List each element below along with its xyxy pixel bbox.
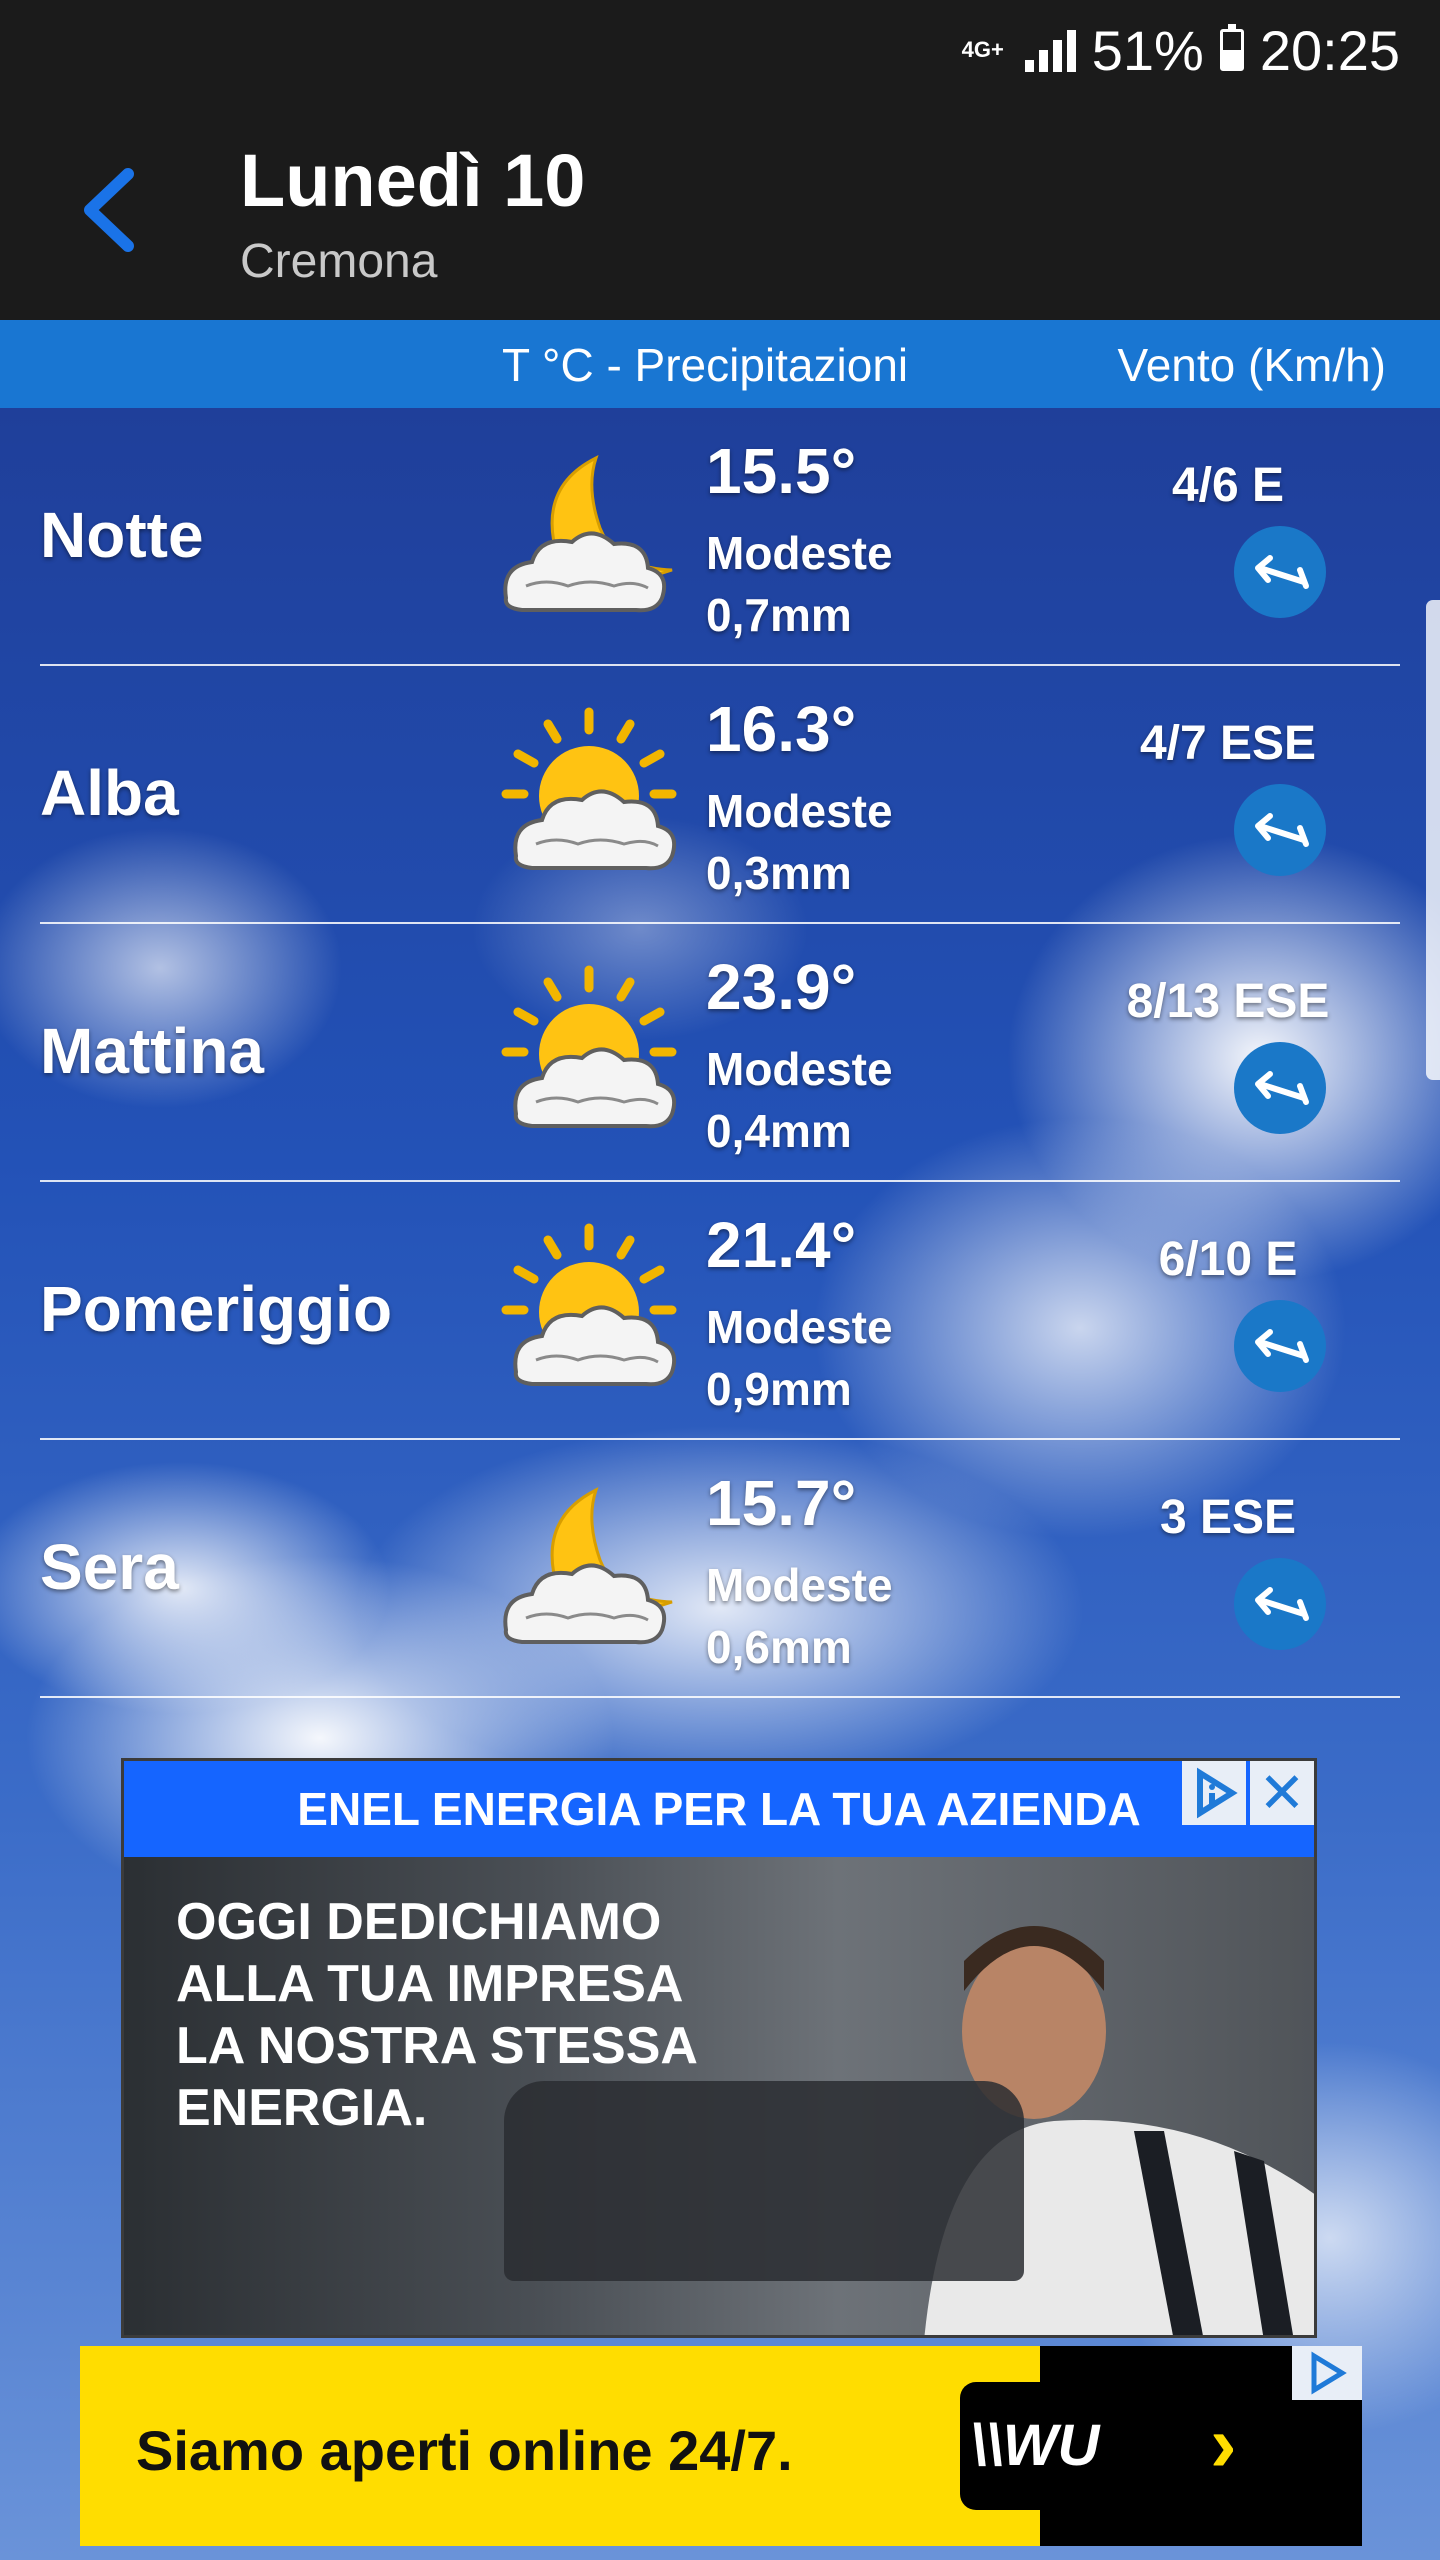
battery-icon [1219,24,1244,71]
clock: 20:25 [1259,18,1400,82]
period-label: Pomeriggio [40,1273,393,1345]
wind-direction-icon [1234,1300,1326,1392]
precipitation-label: Modeste [706,527,893,579]
status-icons: 4G+ 51% 20:25 [957,18,1400,82]
sun-cloud-icon [496,1222,682,1402]
wind-speed: 4/6 E [1171,459,1285,512]
location-subtitle: Cremona [240,235,438,288]
status-bar: 4G+ 51% 20:25 [0,0,1440,100]
wind-header: Vento (Km/h) [1117,339,1386,391]
wind-speed: 6/10 E [1158,1233,1298,1286]
period-label: Mattina [40,1015,264,1087]
wind-direction-icon [1234,1558,1326,1650]
precipitation-label: Modeste [706,1301,893,1353]
sun-cloud-icon [496,706,682,886]
precipitation-amount: 0,6mm [706,1621,852,1673]
signal-icon [1024,28,1076,72]
temperature: 16.3° [706,693,857,765]
period-label: Notte [40,499,204,571]
app-bar: Lunedì 10 Cremona [0,100,1440,320]
ad-copy-line: LA NOSTRA STESSA [176,2017,698,2075]
precipitation-amount: 0,4mm [706,1105,852,1157]
sun-cloud-icon [496,964,682,1144]
row-divider [40,1696,1400,1698]
wind-direction-icon [1234,784,1326,876]
temperature: 15.7° [706,1467,857,1539]
temperature: 15.5° [706,435,857,507]
ad-copy-line: ENERGIA. [176,2079,428,2137]
wind-direction-icon [1234,526,1326,618]
wind-speed: 8/13 ESE [1126,975,1330,1028]
temperature: 21.4° [706,1209,857,1281]
period-label: Alba [40,757,179,829]
ad-headline: ENEL ENERGIA PER LA TUA AZIENDA [124,1761,1314,1857]
moon-cloud-icon [496,1480,682,1660]
ad-choices-icon[interactable] [1292,2346,1362,2400]
precipitation-amount: 0,7mm [706,589,852,641]
moon-cloud-icon [496,448,682,628]
precipitation-label: Modeste [706,785,893,837]
battery-percent: 51% [1091,18,1204,82]
wu-logo: \\WU [960,2382,1110,2510]
period-label: Sera [40,1531,179,1603]
page-title: Lunedì 10 [240,139,586,222]
enel-ad-banner[interactable]: ENEL ENERGIA PER LA TUA AZIENDA ✕ OGGI D… [121,1758,1317,2338]
column-header: T °C - Precipitazioni Vento (Km/h) [0,320,1440,408]
ad-close-icon[interactable]: ✕ [1250,1761,1314,1825]
forecast-row[interactable]: Alba 16.3° Modeste 0,3mm 4/7 ESE [0,666,1440,924]
precipitation-label: Modeste [706,1043,893,1095]
forecast-row[interactable]: Notte 15.5° Modeste 0,7mm 4/6 E [0,408,1440,666]
temperature: 23.9° [706,951,857,1023]
back-arrow-icon[interactable] [70,162,150,258]
precipitation-amount: 0,3mm [706,847,852,899]
temp-precip-header: T °C - Precipitazioni [502,339,909,391]
ad-choices-icon[interactable] [1182,1761,1246,1825]
forecast-row[interactable]: Mattina 23.9° Modeste 0,4mm 8/13 ESE [0,924,1440,1182]
ad-text: Siamo aperti online 24/7. [136,2419,793,2482]
precipitation-amount: 0,9mm [706,1363,852,1415]
precipitation-label: Modeste [706,1559,893,1611]
chevron-right-icon[interactable]: › [1210,2398,1237,2490]
wu-ad-banner[interactable]: Siamo aperti online 24/7. \\WU › [80,2346,1362,2546]
forecast-row[interactable]: Pomeriggio 21.4° Modeste 0,9mm 6/10 E [0,1182,1440,1440]
ad-copy-line: OGGI DEDICHIAMO [176,1893,662,1951]
forecast-row[interactable]: Sera 15.7° Modeste 0,6mm 3 ESE [0,1440,1440,1698]
wind-speed: 4/7 ESE [1139,717,1317,770]
ad-copy: OGGI DEDICHIAMO ALLA TUA IMPRESA LA NOST… [176,1891,796,2139]
ad-copy-line: ALLA TUA IMPRESA [176,1955,684,2013]
wind-direction-icon [1234,1042,1326,1134]
wind-speed: 3 ESE [1159,1491,1297,1544]
network-type: 4G+ [961,37,1004,62]
